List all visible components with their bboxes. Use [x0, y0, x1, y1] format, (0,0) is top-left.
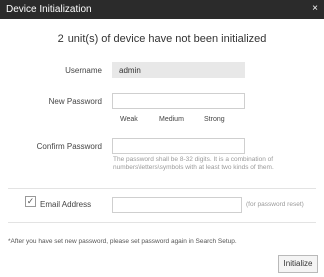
uninitialized-count: 2: [57, 33, 64, 45]
dialog-title: Device Initialization: [6, 4, 92, 15]
email-input[interactable]: [112, 197, 242, 213]
email-checkbox[interactable]: ✓: [25, 196, 36, 207]
uninitialized-status: 2 unit(s) of device have not been initial…: [0, 32, 324, 46]
status-message: unit(s) of device have not been initiali…: [67, 33, 267, 45]
device-initialization-dialog: Device Initialization × 2 unit(s) of devi…: [0, 0, 324, 277]
username-field: admin: [112, 62, 245, 78]
new-password-input[interactable]: [112, 93, 245, 109]
strength-weak: Weak: [120, 116, 138, 123]
password-hint: The password shall be 8-32 digits. It is…: [113, 156, 274, 171]
footer-note: *After you have set new password, please…: [8, 238, 237, 245]
confirm-password-label: Confirm Password: [36, 142, 102, 151]
username-label: Username: [65, 66, 102, 75]
strength-strong: Strong: [204, 116, 225, 123]
dialog-titlebar: Device Initialization ×: [0, 0, 324, 19]
strength-medium: Medium: [159, 116, 184, 123]
divider-bottom: [8, 222, 316, 223]
initialize-button[interactable]: Initialize: [278, 255, 318, 273]
confirm-password-input[interactable]: [112, 138, 245, 154]
email-note: (for password reset): [246, 201, 304, 208]
email-label: Email Address: [40, 200, 92, 209]
new-password-label: New Password: [48, 97, 102, 106]
close-icon[interactable]: ×: [309, 3, 321, 15]
divider-top: [8, 188, 316, 189]
